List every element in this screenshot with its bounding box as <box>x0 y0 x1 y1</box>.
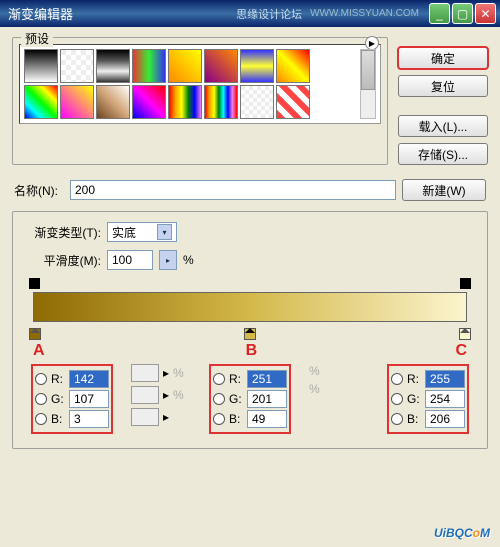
radio-r-c[interactable] <box>391 373 403 385</box>
new-button[interactable]: 新建(W) <box>402 179 486 201</box>
slider-arrow-icon: ▸ <box>163 388 169 402</box>
color-stop-b[interactable] <box>244 328 256 340</box>
preset-swatch[interactable] <box>60 85 94 119</box>
marker-b: B <box>246 342 258 360</box>
r-value-a[interactable]: 142 <box>69 370 109 388</box>
rgb-group-b: R:251 G:201 B:49 <box>209 364 291 434</box>
r-value-c[interactable]: 255 <box>425 370 465 388</box>
brand-url: WWW.MISSYUAN.COM <box>310 8 419 19</box>
gradient-preview[interactable] <box>33 292 467 322</box>
opacity-stop-right[interactable] <box>460 278 471 289</box>
smoothness-unit: % <box>183 253 194 267</box>
color-swatch-mid3[interactable] <box>131 408 159 426</box>
presets-menu-icon[interactable]: ▶ <box>365 36 379 50</box>
window-title: 渐变编辑器 <box>4 4 73 23</box>
radio-b-a[interactable] <box>35 413 47 425</box>
radio-g-b[interactable] <box>213 393 225 405</box>
preset-swatch-grid <box>24 49 334 119</box>
chevron-down-icon: ▾ <box>157 224 172 240</box>
gradient-type-select[interactable]: 实底 ▾ <box>107 222 177 242</box>
load-button[interactable]: 载入(L)... <box>398 115 488 137</box>
smoothness-label: 平滑度(M): <box>23 252 101 269</box>
preset-swatch[interactable] <box>204 49 238 83</box>
name-label: 名称(N): <box>14 182 64 199</box>
radio-b-c[interactable] <box>391 413 403 425</box>
radio-b-b[interactable] <box>213 413 225 425</box>
radio-g-c[interactable] <box>391 393 403 405</box>
rgb-group-c: R:255 G:254 B:206 <box>387 364 469 434</box>
preset-swatch[interactable] <box>240 85 274 119</box>
r-value-b[interactable]: 251 <box>247 370 287 388</box>
color-stop-c[interactable] <box>459 328 471 340</box>
name-input[interactable] <box>70 180 396 200</box>
preset-scrollbar[interactable] <box>360 49 376 119</box>
preset-swatch[interactable] <box>168 49 202 83</box>
g-value-c[interactable]: 254 <box>425 390 465 408</box>
opacity-stop-left[interactable] <box>29 278 40 289</box>
watermark: UiBQCoM <box>434 520 490 543</box>
maximize-button[interactable]: ▢ <box>452 3 473 24</box>
preset-swatch[interactable] <box>240 49 274 83</box>
ok-button[interactable]: 确定 <box>398 47 488 69</box>
presets-legend: 预设 <box>21 30 53 47</box>
preset-swatch[interactable] <box>96 49 130 83</box>
g-value-a[interactable]: 107 <box>69 390 109 408</box>
marker-c: C <box>455 342 467 360</box>
titlebar: 渐变编辑器 思缘设计论坛 WWW.MISSYUAN.COM _ ▢ ✕ <box>0 0 500 27</box>
preset-swatch[interactable] <box>96 85 130 119</box>
preset-swatch[interactable] <box>24 49 58 83</box>
preset-swatch[interactable] <box>132 85 166 119</box>
reset-button[interactable]: 复位 <box>398 75 488 97</box>
save-button[interactable]: 存储(S)... <box>398 143 488 165</box>
preset-swatch[interactable] <box>24 85 58 119</box>
b-value-b[interactable]: 49 <box>247 410 287 428</box>
radio-r-a[interactable] <box>35 373 47 385</box>
slider-arrow-icon: ▸ <box>163 366 169 380</box>
preset-swatch[interactable] <box>204 85 238 119</box>
smoothness-slider-button[interactable]: ▸ <box>159 250 177 270</box>
slider-arrow-icon: ▸ <box>163 410 169 424</box>
color-stop-a[interactable] <box>29 328 41 340</box>
preset-swatch[interactable] <box>276 85 310 119</box>
preset-swatch[interactable] <box>132 49 166 83</box>
presets-panel: 预设 ▶ <box>12 37 388 165</box>
radio-r-b[interactable] <box>213 373 225 385</box>
color-swatch-mid2[interactable] <box>131 386 159 404</box>
radio-g-a[interactable] <box>35 393 47 405</box>
close-button[interactable]: ✕ <box>475 3 496 24</box>
gradient-panel: 渐变类型(T): 实底 ▾ 平滑度(M): 100 ▸ % <box>12 211 488 449</box>
b-value-a[interactable]: 3 <box>69 410 109 428</box>
preset-swatch[interactable] <box>276 49 310 83</box>
brand-text: 思缘设计论坛 <box>236 6 302 22</box>
preset-swatch[interactable] <box>60 49 94 83</box>
minimize-button[interactable]: _ <box>429 3 450 24</box>
color-swatch-mid1[interactable] <box>131 364 159 382</box>
rgb-group-a: R:142 G:107 B:3 <box>31 364 113 434</box>
gradient-type-label: 渐变类型(T): <box>23 224 101 241</box>
preset-swatch[interactable] <box>168 85 202 119</box>
marker-a: A <box>33 342 45 360</box>
b-value-c[interactable]: 206 <box>425 410 465 428</box>
smoothness-input[interactable]: 100 <box>107 250 153 270</box>
gradient-type-value: 实底 <box>112 224 136 241</box>
g-value-b[interactable]: 201 <box>247 390 287 408</box>
